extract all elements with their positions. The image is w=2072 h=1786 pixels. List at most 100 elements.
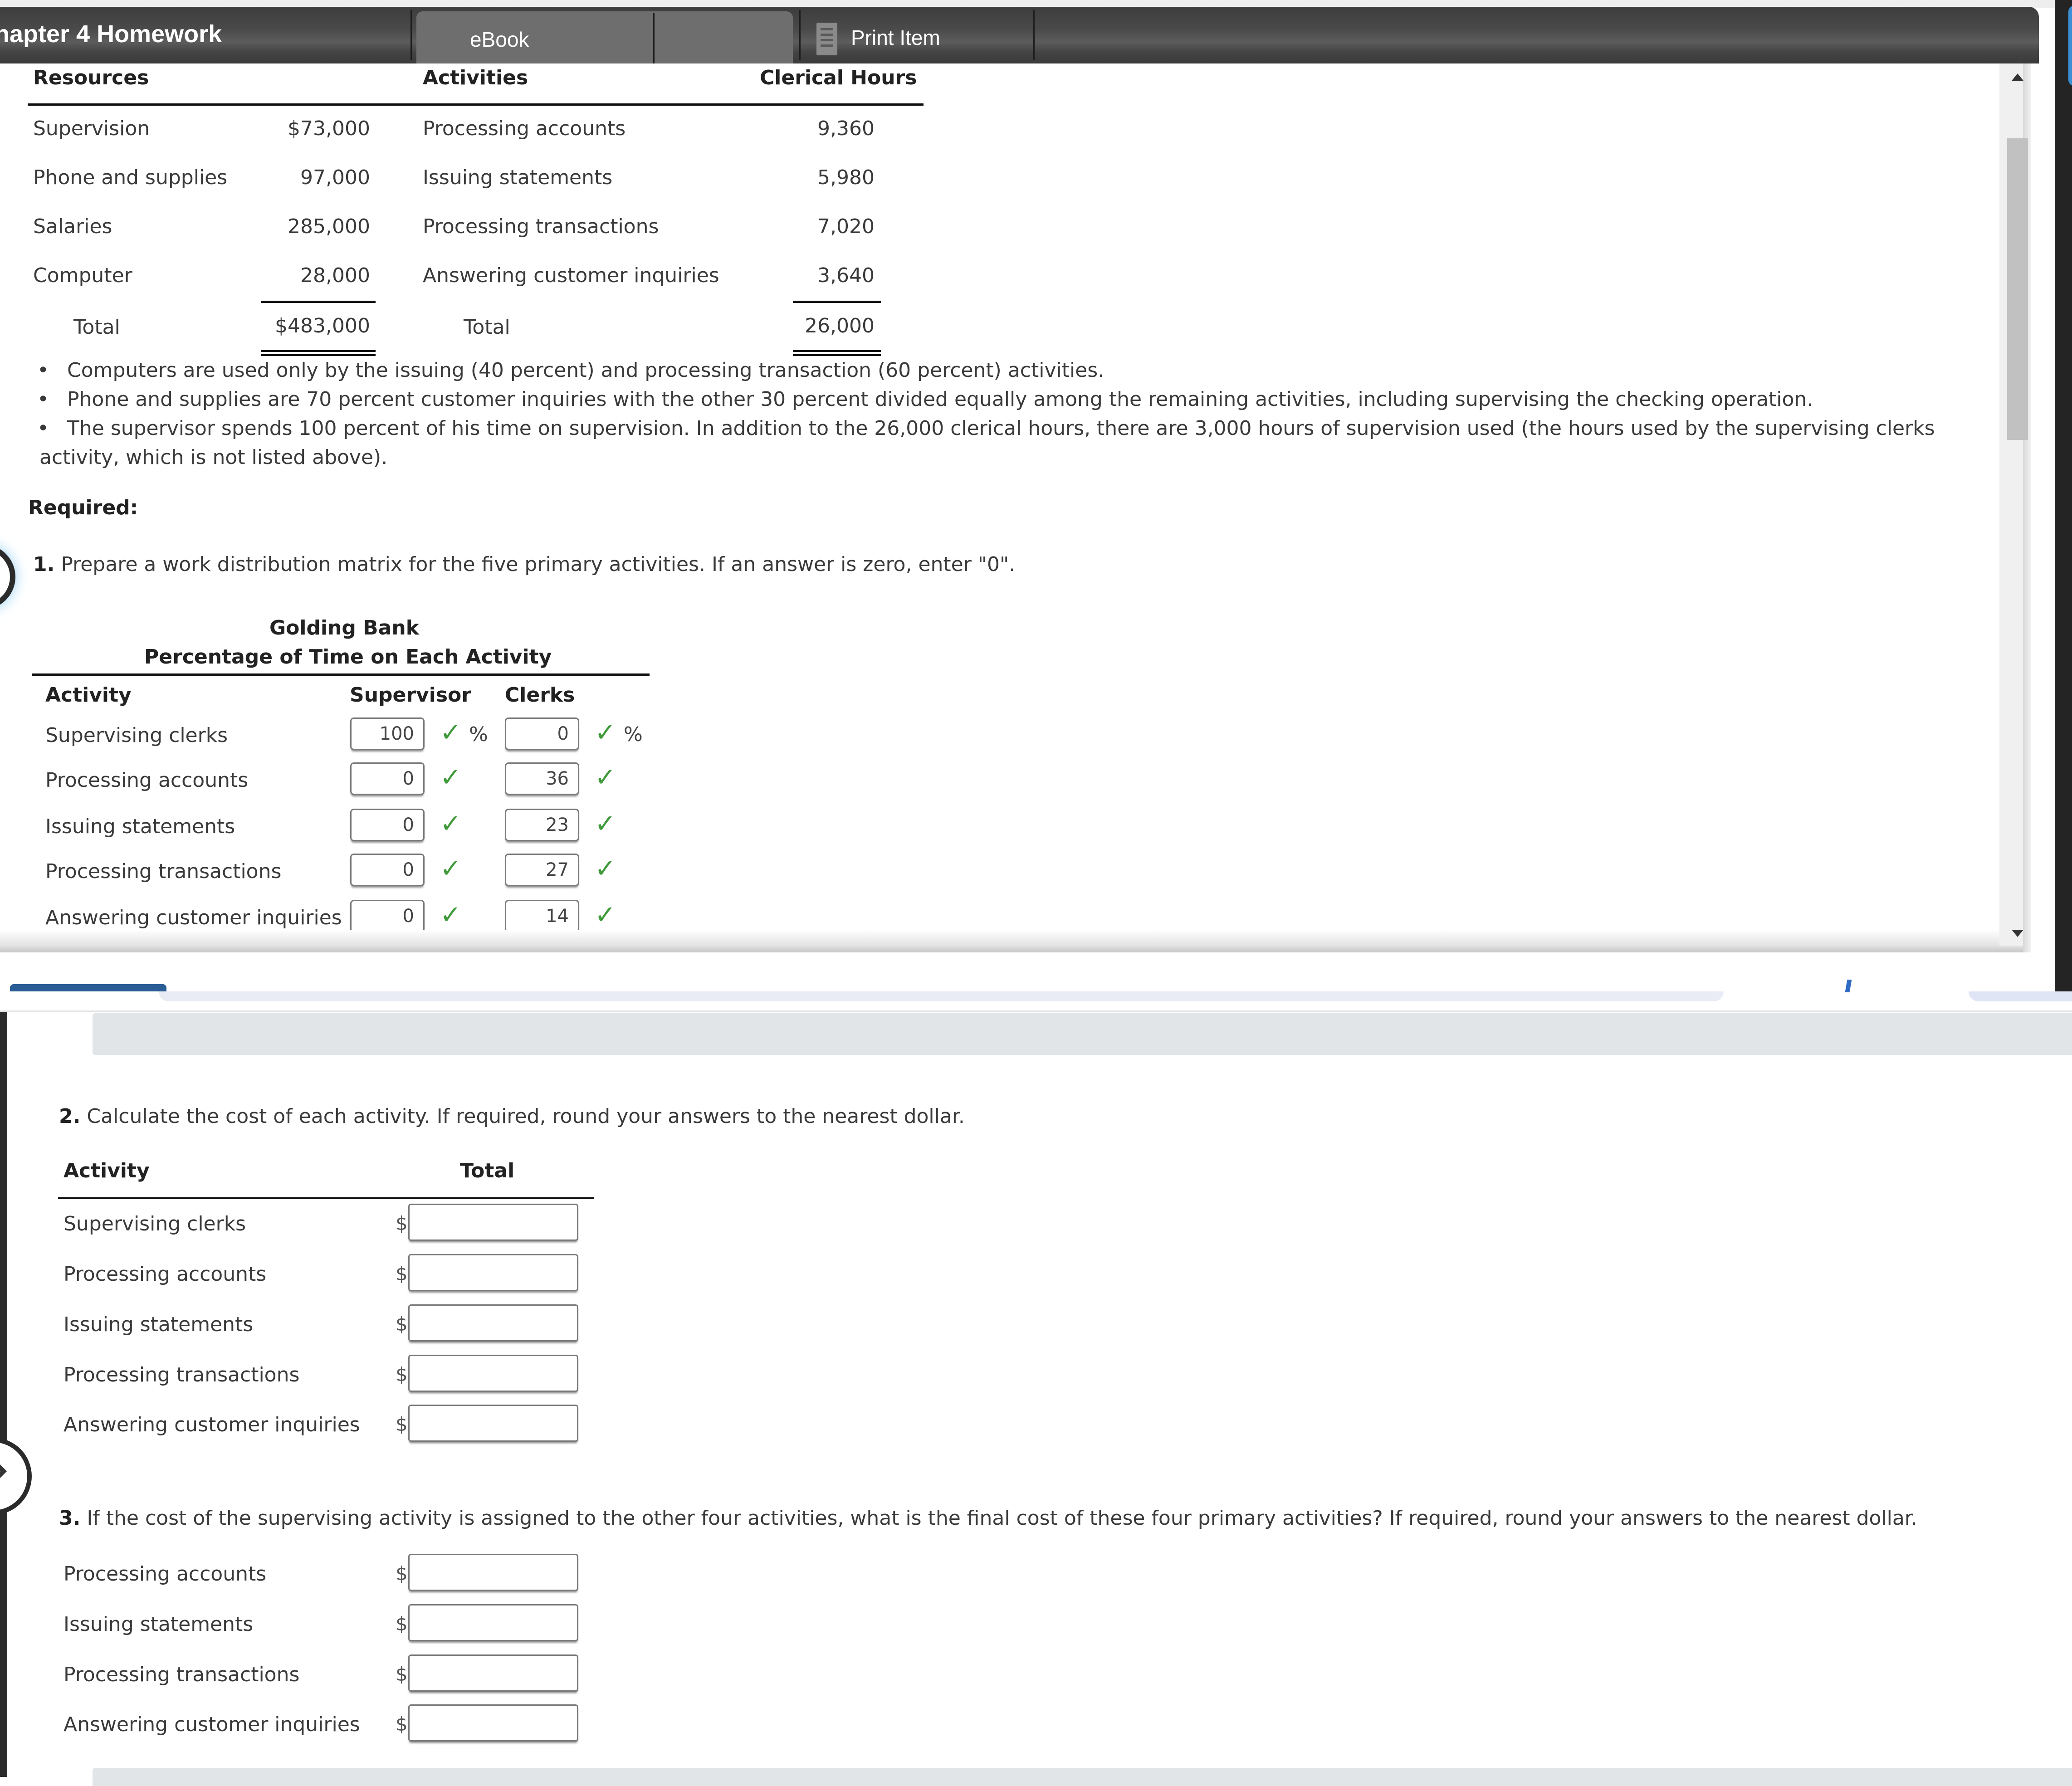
tab-divider — [653, 13, 655, 63]
resource-amount: 285,000 — [288, 215, 370, 238]
resource-name: Computer — [33, 264, 132, 287]
ebook-label[interactable]: eBook — [470, 27, 529, 52]
resource-name: Supervision — [33, 117, 150, 140]
currency-symbol: $ — [396, 1263, 408, 1285]
question-2-prompt: 2. Calculate the cost of each activity. … — [59, 1107, 965, 1127]
percent-sign: % — [469, 723, 488, 746]
supervisor-percent-input[interactable] — [350, 900, 425, 932]
scroll-down-arrow-icon[interactable] — [2012, 930, 2023, 937]
matrix-activity-label: Issuing statements — [45, 815, 235, 838]
question-indicator-icon[interactable] — [0, 544, 15, 610]
matrix-activity-label: Processing accounts — [45, 769, 249, 792]
matrix-activity-label: Supervising clerks — [45, 724, 228, 747]
header-separator — [799, 10, 801, 60]
total-amount: $483,000 — [275, 314, 370, 337]
question-3-text: If the cost of the supervising activity … — [87, 1507, 1917, 1530]
print-icon[interactable] — [816, 23, 837, 55]
resource-name: Phone and supplies — [33, 166, 228, 189]
correct-check-icon: ✓ — [595, 809, 616, 839]
assignment-title: hapter 4 Homework — [0, 20, 222, 48]
question-2-number: 2. — [59, 1105, 81, 1128]
activity-cost-input[interactable] — [408, 1355, 578, 1392]
supervisor-percent-input[interactable] — [350, 717, 425, 750]
clerks-percent-input[interactable] — [505, 854, 579, 886]
correct-check-icon: ✓ — [595, 763, 616, 792]
currency-symbol: $ — [396, 1413, 408, 1435]
total-hours: 26,000 — [805, 314, 875, 337]
activity-hours: 9,360 — [817, 117, 875, 140]
subtotal-rule — [261, 301, 376, 303]
side-button-icon[interactable] — [2068, 36, 2072, 86]
activity-name: Processing accounts — [423, 117, 626, 140]
supervisor-percent-input[interactable] — [350, 809, 425, 841]
activity-hours: 3,640 — [817, 264, 875, 287]
activity-hours: 7,020 — [817, 215, 875, 238]
section-tab-strip — [159, 991, 1724, 1001]
print-item-button[interactable]: Print Item — [851, 25, 940, 50]
section-tab-active[interactable] — [10, 984, 166, 991]
header-separator — [410, 10, 412, 60]
final-cost-input[interactable] — [408, 1554, 578, 1591]
final-cost-input[interactable] — [408, 1654, 578, 1692]
required-label: Required: — [28, 496, 138, 519]
currency-symbol: $ — [396, 1562, 408, 1585]
total-label: Total — [464, 316, 510, 339]
header-separator — [1033, 10, 1035, 60]
correct-check-icon: ✓ — [440, 718, 461, 747]
supervisor-percent-input[interactable] — [350, 762, 425, 795]
final-cost-input[interactable] — [408, 1704, 578, 1742]
bullet-dot: • — [37, 388, 49, 411]
correct-check-icon: ✓ — [440, 763, 461, 792]
currency-symbol: $ — [396, 1663, 408, 1685]
cost-activity-label: Processing accounts — [64, 1263, 267, 1286]
clerks-percent-input[interactable] — [505, 717, 579, 750]
bullet-phone-supplies: Phone and supplies are 70 percent custom… — [67, 388, 1813, 411]
currency-symbol: $ — [396, 1613, 408, 1635]
clerks-percent-input[interactable] — [505, 809, 579, 841]
lower-panel-left-border — [0, 1012, 7, 1777]
question-3-number: 3. — [59, 1507, 81, 1530]
correct-check-icon: ✓ — [440, 900, 461, 930]
clerks-percent-input[interactable] — [505, 762, 579, 795]
question-2-text: Calculate the cost of each activity. If … — [87, 1105, 965, 1128]
bullet-supervisor-continued: activity, which is not listed above). — [39, 446, 388, 469]
matrix-header-supervisor: Supervisor — [350, 683, 471, 707]
final-cost-activity-label: Issuing statements — [64, 1613, 254, 1636]
section-tab-right[interactable] — [1969, 991, 2072, 1001]
matrix-header-activity: Activity — [45, 683, 132, 707]
currency-symbol: $ — [396, 1713, 408, 1735]
activity-cost-input[interactable] — [408, 1304, 578, 1342]
activity-hours: 5,980 — [817, 166, 875, 189]
resource-amount: 28,000 — [300, 264, 370, 287]
currency-symbol: $ — [396, 1212, 408, 1235]
lower-panel-top-border — [0, 1010, 2072, 1012]
question-1-prompt: 1. Prepare a work distribution matrix fo… — [33, 555, 1015, 575]
activity-name: Issuing statements — [423, 166, 613, 189]
final-cost-activity-label: Processing transactions — [64, 1663, 300, 1686]
total-label: Total — [73, 316, 120, 339]
scroll-up-arrow-icon[interactable] — [2012, 73, 2023, 81]
cost-activity-label: Processing transactions — [64, 1363, 300, 1386]
bullet-computers: Computers are used only by the issuing (… — [67, 359, 1104, 382]
resource-amount: $73,000 — [288, 117, 370, 140]
matrix-header-clerks: Clerks — [505, 683, 575, 707]
next-question-button[interactable] — [0, 1438, 32, 1515]
section-tab-marker — [1845, 980, 1852, 992]
clerks-percent-input[interactable] — [505, 900, 579, 932]
supervisor-percent-input[interactable] — [350, 854, 425, 886]
subtotal-rule — [793, 301, 881, 303]
activity-cost-input[interactable] — [408, 1405, 578, 1442]
double-rule — [261, 350, 376, 352]
activity-name: Answering customer inquiries — [423, 264, 719, 287]
activity-name: Processing transactions — [423, 215, 659, 238]
scrollbar-thumb[interactable] — [2007, 138, 2028, 440]
final-cost-activity-label: Processing accounts — [64, 1562, 267, 1586]
bullet-dot: • — [37, 359, 49, 382]
activity-cost-input[interactable] — [408, 1204, 578, 1241]
cost-header-total: Total — [460, 1159, 515, 1182]
final-cost-input[interactable] — [408, 1604, 578, 1641]
correct-check-icon: ✓ — [595, 900, 616, 930]
double-rule — [793, 350, 881, 352]
cost-header-activity: Activity — [64, 1159, 150, 1182]
activity-cost-input[interactable] — [408, 1254, 578, 1291]
